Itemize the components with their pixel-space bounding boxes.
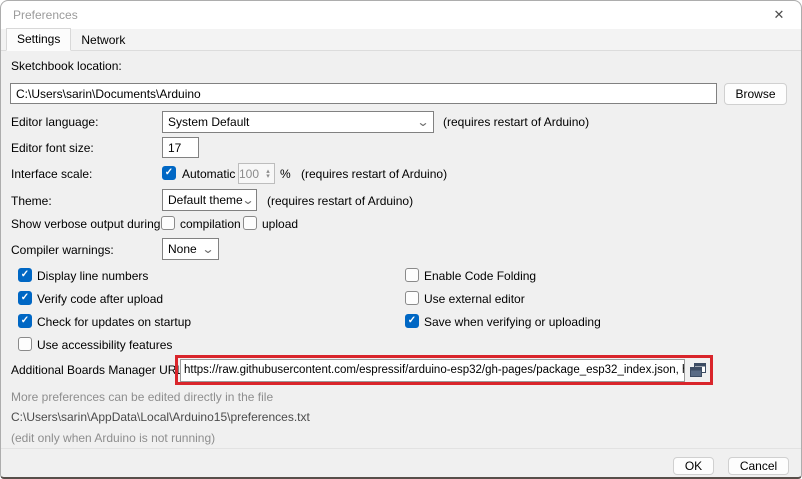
enable-code-folding-label: Enable Code Folding xyxy=(424,269,536,284)
save-when-verifying-label: Save when verifying or uploading xyxy=(424,315,601,330)
editor-font-size-label: Editor font size: xyxy=(11,141,94,156)
footer-divider xyxy=(1,448,801,449)
compiler-warnings-select[interactable]: None ⌄ xyxy=(162,238,219,260)
browse-button[interactable]: Browse xyxy=(724,83,787,105)
chevron-down-icon: ⌄ xyxy=(201,244,214,254)
accessibility-features-label: Use accessibility features xyxy=(37,338,172,353)
more-preferences-text: More preferences can be edited directly … xyxy=(11,390,273,405)
dialog-title: Preferences xyxy=(13,8,78,22)
preferences-dialog: Preferences ✕ Settings Network Sketchboo… xyxy=(0,0,802,479)
open-urls-editor-button[interactable] xyxy=(687,360,708,381)
automatic-scale-checkbox[interactable]: ✓ xyxy=(162,166,176,180)
verbose-output-label: Show verbose output during: xyxy=(11,217,164,232)
copy-windows-icon xyxy=(690,363,706,378)
scale-value: 100 xyxy=(239,164,262,183)
chevron-down-icon: ⌄ xyxy=(241,195,254,205)
sketchbook-location-input[interactable]: C:\Users\sarin\Documents\Arduino xyxy=(10,83,717,104)
cancel-button[interactable]: Cancel xyxy=(728,457,789,475)
edit-warning-text: (edit only when Arduino is not running) xyxy=(11,431,215,446)
check-icon: ✓ xyxy=(21,293,29,303)
boards-manager-urls-input[interactable]: https://raw.githubusercontent.com/espres… xyxy=(180,359,685,382)
theme-select[interactable]: Default theme ⌄ xyxy=(162,189,257,211)
stepper-down-icon[interactable]: ▾ xyxy=(266,174,270,179)
boards-manager-highlight-annotation: https://raw.githubusercontent.com/espres… xyxy=(175,355,713,385)
verbose-compilation-checkbox[interactable]: ✓ xyxy=(161,216,175,230)
accessibility-features-checkbox[interactable]: ✓ xyxy=(18,337,32,351)
close-icon[interactable]: ✕ xyxy=(769,5,789,25)
theme-note: (requires restart of Arduino) xyxy=(267,194,413,209)
scale-value-stepper[interactable]: 100 ▴ ▾ xyxy=(238,163,275,184)
tab-network[interactable]: Network xyxy=(71,30,135,51)
display-line-numbers-label: Display line numbers xyxy=(37,269,148,284)
check-icon: ✓ xyxy=(165,168,173,178)
automatic-scale-checkbox-label: Automatic xyxy=(182,167,235,182)
editor-language-note: (requires restart of Arduino) xyxy=(443,115,589,130)
check-icon: ✓ xyxy=(408,316,416,326)
preferences-file-path: C:\Users\sarin\AppData\Local\Arduino15\p… xyxy=(11,410,310,425)
verbose-upload-label: upload xyxy=(262,217,298,232)
check-updates-startup-checkbox[interactable]: ✓ xyxy=(18,314,32,328)
chevron-down-icon: ⌄ xyxy=(416,117,429,127)
sketchbook-location-label: Sketchbook location: xyxy=(11,59,122,74)
theme-label: Theme: xyxy=(11,194,52,209)
interface-scale-note: (requires restart of Arduino) xyxy=(301,167,447,182)
editor-language-select[interactable]: System Default ⌄ xyxy=(162,111,434,133)
editor-font-size-input[interactable]: 17 xyxy=(162,137,199,158)
interface-scale-label: Interface scale: xyxy=(11,167,92,182)
display-line-numbers-checkbox[interactable]: ✓ xyxy=(18,268,32,282)
compiler-warnings-label: Compiler warnings: xyxy=(11,243,114,258)
check-updates-startup-label: Check for updates on startup xyxy=(37,315,191,330)
enable-code-folding-checkbox[interactable]: ✓ xyxy=(405,268,419,282)
check-icon: ✓ xyxy=(21,270,29,280)
ok-button[interactable]: OK xyxy=(673,457,714,475)
editor-language-label: Editor language: xyxy=(11,115,98,130)
verbose-upload-checkbox[interactable]: ✓ xyxy=(243,216,257,230)
tab-settings[interactable]: Settings xyxy=(6,28,71,51)
title-bar: Preferences ✕ xyxy=(1,1,801,29)
verbose-compilation-label: compilation xyxy=(180,217,241,232)
check-icon: ✓ xyxy=(21,316,29,326)
theme-value: Default theme xyxy=(168,193,243,207)
save-when-verifying-checkbox[interactable]: ✓ xyxy=(405,314,419,328)
verify-code-after-upload-checkbox[interactable]: ✓ xyxy=(18,291,32,305)
compiler-warnings-value: None xyxy=(168,242,197,256)
boards-manager-urls-label: Additional Boards Manager URLs: xyxy=(11,363,192,378)
scale-unit: % xyxy=(280,167,291,182)
verify-code-after-upload-label: Verify code after upload xyxy=(37,292,163,307)
tab-bar: Settings Network xyxy=(1,29,801,51)
use-external-editor-label: Use external editor xyxy=(424,292,525,307)
editor-language-value: System Default xyxy=(168,115,249,129)
stepper-arrows-icon[interactable]: ▴ ▾ xyxy=(262,164,274,183)
use-external-editor-checkbox[interactable]: ✓ xyxy=(405,291,419,305)
